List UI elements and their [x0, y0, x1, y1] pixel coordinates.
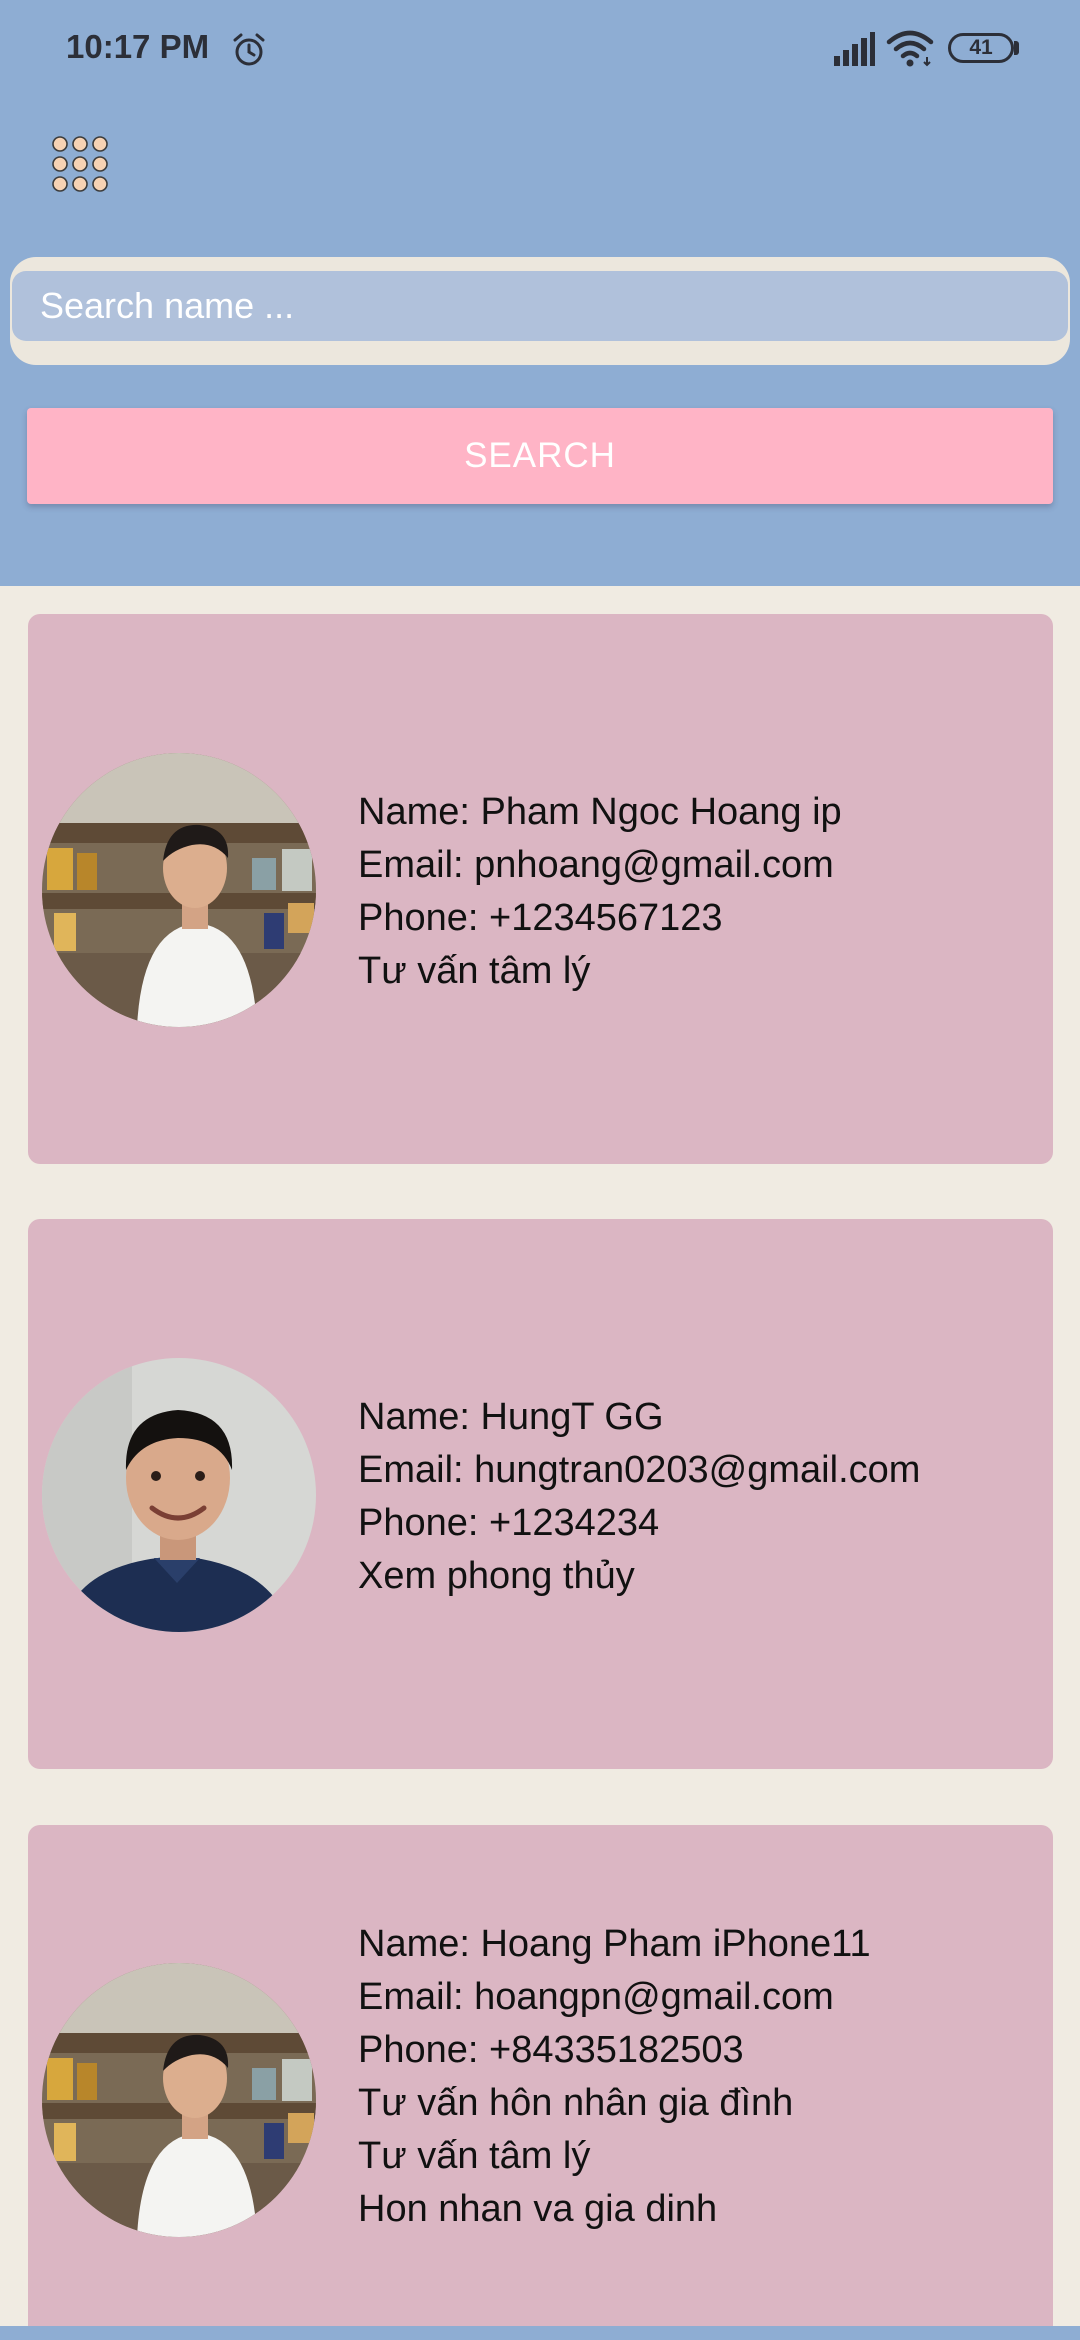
contact-phone: Phone: +1234567123 [358, 897, 723, 939]
status-time: 10:17 PM [66, 28, 210, 65]
search-name-input[interactable] [12, 271, 1068, 341]
contact-email: Email: hoangpn@gmail.com [358, 1976, 834, 2018]
contact-email: Email: pnhoang@gmail.com [358, 844, 834, 886]
contact-card[interactable]: Name: HungT GG Email: hungtran0203@gmail… [28, 1219, 1053, 1769]
battery-tip [1014, 41, 1019, 55]
wifi-icon [886, 30, 934, 67]
contact-service: Xem phong thủy [358, 1555, 635, 1597]
app-header: 10:17 PM 41 Search name ... SEARCH [0, 0, 1080, 586]
avatar [42, 1358, 316, 1632]
contact-name: Name: Hoang Pham iPhone11 [358, 1923, 871, 1965]
battery-icon: 41 [948, 33, 1014, 63]
contact-info: Name: HungT GG Email: hungtran0203@gmail… [358, 1391, 920, 1603]
avatar [42, 753, 316, 1027]
contact-service: Tư vấn tâm lý [358, 950, 591, 992]
contact-info: Name: Pham Ngoc Hoang ip Email: pnhoang@… [358, 786, 842, 998]
search-button[interactable]: SEARCH [27, 408, 1053, 504]
contact-name: Name: HungT GG [358, 1396, 664, 1438]
contact-card[interactable]: Name: Pham Ngoc Hoang ip Email: pnhoang@… [28, 614, 1053, 1164]
contact-name: Name: Pham Ngoc Hoang ip [358, 791, 842, 833]
alarm-icon [233, 33, 265, 66]
contact-email: Email: hungtran0203@gmail.com [358, 1449, 921, 1491]
apps-grid-icon[interactable] [50, 134, 110, 194]
avatar [42, 1963, 316, 2237]
contact-phone: Phone: +1234234 [358, 1502, 660, 1544]
contact-phone: Phone: +84335182503 [358, 2029, 744, 2071]
status-bar: 10:17 PM 41 [0, 0, 1080, 100]
contact-service: Tư vấn tâm lý [358, 2135, 591, 2177]
contact-card[interactable]: Name: Hoang Pham iPhone11 Email: hoangpn… [28, 1825, 1053, 2340]
contact-service: Tư vấn hôn nhân gia đình [358, 2082, 794, 2124]
contact-info: Name: Hoang Pham iPhone11 Email: hoangpn… [358, 1918, 871, 2236]
signal-icon [834, 32, 875, 66]
contact-service: Hon nhan va gia dinh [358, 2188, 718, 2230]
search-field-container [10, 257, 1070, 365]
bottom-bar [0, 2326, 1080, 2340]
